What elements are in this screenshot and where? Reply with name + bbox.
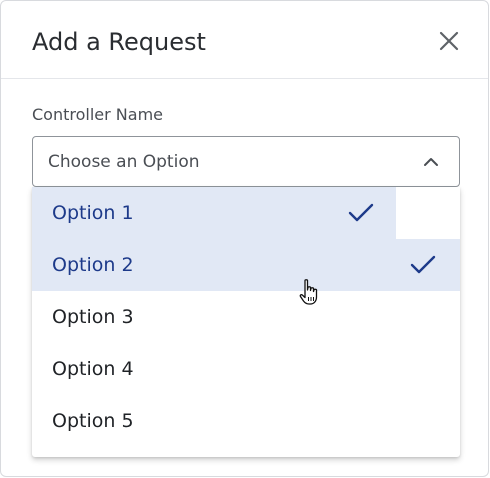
option-label: Option 4 xyxy=(52,358,134,380)
option-1[interactable]: Option 1 xyxy=(32,187,396,239)
chevron-up-icon xyxy=(424,158,438,166)
controller-name-label: Controller Name xyxy=(32,105,163,124)
option-label: Option 5 xyxy=(52,410,134,432)
check-icon xyxy=(348,203,374,222)
dialog-title: Add a Request xyxy=(32,28,206,56)
option-label: Option 2 xyxy=(52,254,134,276)
dialog-header: Add a Request xyxy=(1,1,488,79)
option-3[interactable]: Option 3 xyxy=(32,291,460,343)
option-2[interactable]: Option 2 xyxy=(32,239,460,291)
option-label: Option 3 xyxy=(52,306,134,328)
controller-name-select[interactable]: Choose an Option xyxy=(32,136,460,187)
add-request-dialog: Add a Request Controller Name Choose an … xyxy=(0,0,489,477)
options-listbox: Option 1 Option 2 Option 3 Option 4 Opti… xyxy=(32,187,460,457)
close-button[interactable] xyxy=(435,27,463,55)
option-label: Option 1 xyxy=(52,202,134,224)
select-placeholder: Choose an Option xyxy=(48,152,200,172)
close-icon xyxy=(439,31,459,51)
check-icon xyxy=(410,255,436,274)
option-4[interactable]: Option 4 xyxy=(32,343,460,395)
option-5[interactable]: Option 5 xyxy=(32,395,460,447)
